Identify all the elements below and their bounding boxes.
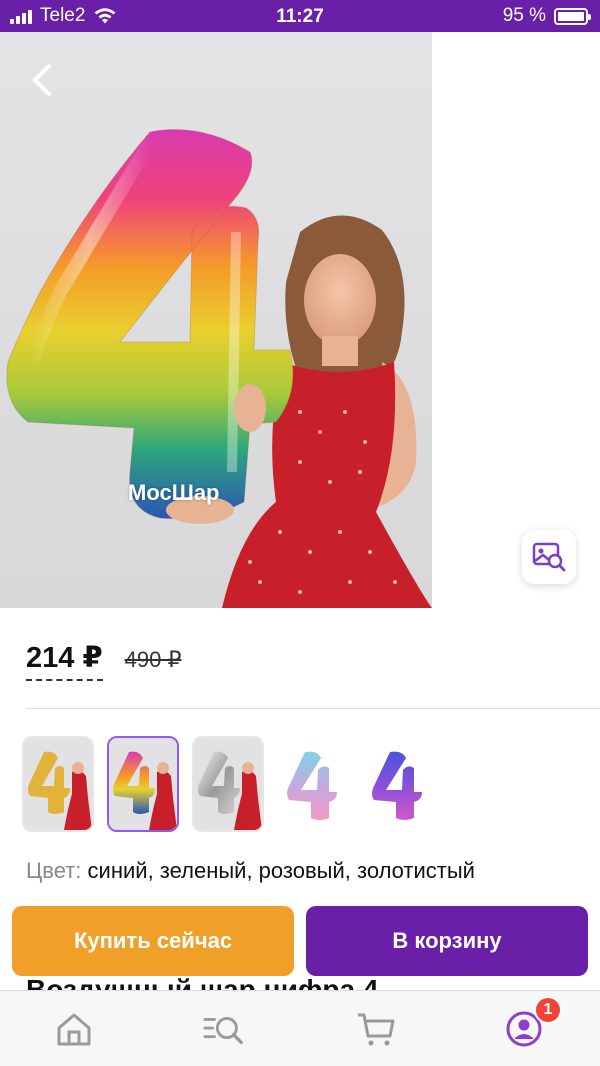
divider: [26, 708, 600, 709]
thumbnail-gold-image: [24, 738, 92, 830]
tab-home[interactable]: [52, 1009, 96, 1049]
favorite-button[interactable]: [458, 60, 502, 104]
watermark: МосШар: [128, 480, 220, 505]
battery-icon: [554, 7, 591, 25]
bottom-tab-bar: [0, 990, 600, 1066]
share-icon: [546, 61, 574, 99]
tab-catalog[interactable]: [202, 1009, 246, 1049]
status-bar: Tele2 11:27 95 %: [0, 0, 600, 32]
thumbnail-silver-image: [194, 738, 262, 830]
profile-notification-badge: 1: [534, 996, 562, 1024]
variant-thumbnails: [22, 736, 434, 832]
chevron-left-icon: [33, 64, 51, 96]
next-photo-peek[interactable]: [432, 32, 600, 608]
buy-now-button[interactable]: Купить сейчас: [12, 906, 294, 976]
thumbnail-gold[interactable]: [22, 736, 94, 832]
image-search-icon: [532, 542, 566, 572]
catalog-search-icon: [203, 1017, 243, 1045]
product-photo[interactable]: МосШар: [0, 32, 432, 608]
battery-percent: 95 %: [502, 5, 546, 26]
share-button[interactable]: [538, 58, 582, 102]
color-value: синий, зеленый, розовый, золотистый: [87, 858, 475, 883]
thumbnail-blue-pink[interactable]: [277, 736, 349, 832]
product-photo-illustration: [6, 129, 432, 608]
cart-icon: [358, 1013, 395, 1046]
back-button[interactable]: [22, 60, 62, 100]
color-label: Цвет:: [26, 858, 82, 883]
home-icon: [57, 1013, 91, 1046]
tab-cart[interactable]: [354, 1009, 398, 1049]
current-price[interactable]: 214 ₽: [26, 640, 103, 681]
visual-search-button[interactable]: [522, 530, 576, 584]
thumbnail-purple-image: [364, 738, 432, 830]
thumbnail-silver[interactable]: [192, 736, 264, 832]
old-price: 490 ₽: [124, 647, 182, 672]
thumbnail-rainbow-image: [109, 738, 177, 830]
color-info: Цвет: синий, зеленый, розовый, золотисты…: [26, 858, 475, 884]
product-gallery[interactable]: МосШар: [0, 32, 600, 608]
add-to-cart-button[interactable]: В корзину: [306, 906, 588, 976]
heart-icon: [462, 66, 498, 98]
status-right: 95 %: [502, 5, 591, 27]
thumbnail-blue-pink-image: [279, 738, 347, 830]
thumbnail-rainbow[interactable]: [107, 736, 179, 832]
price-row: 214 ₽ 490 ₽: [26, 640, 181, 681]
thumbnail-purple[interactable]: [362, 736, 434, 832]
